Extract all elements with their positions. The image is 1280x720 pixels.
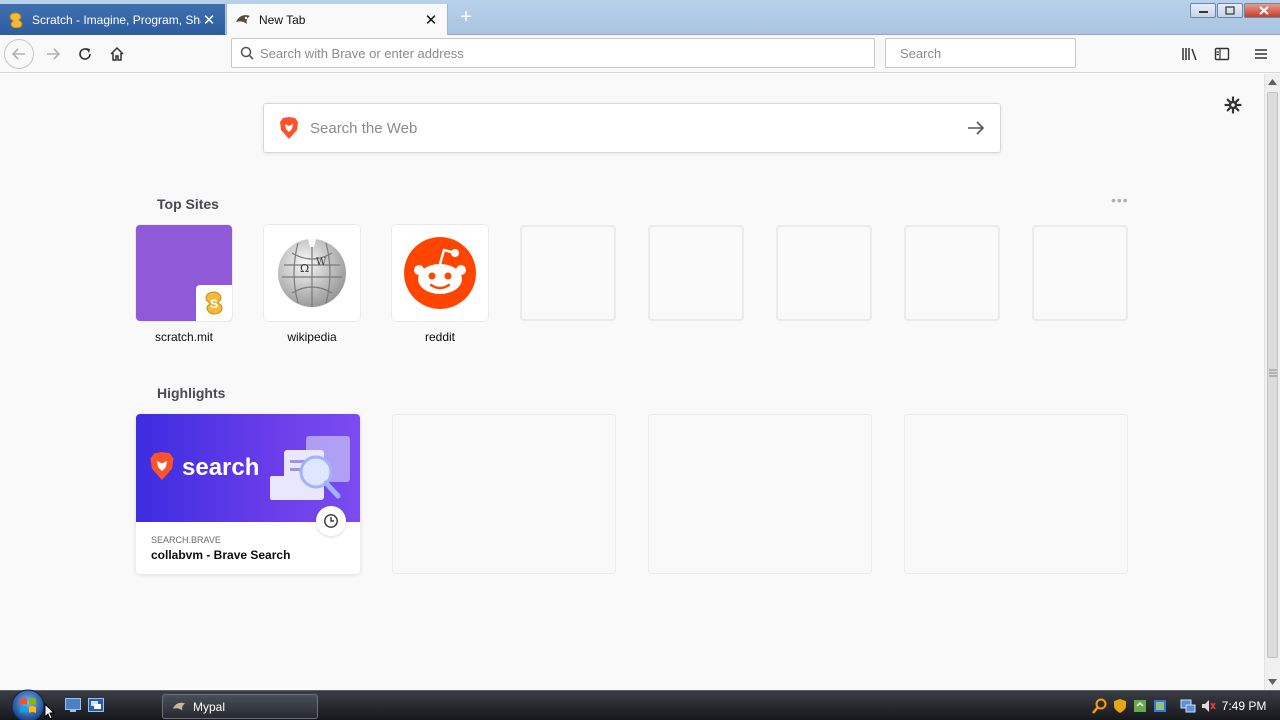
magnifier-illustration-icon <box>270 436 350 500</box>
show-desktop-icon[interactable] <box>65 698 81 712</box>
highlights-title: Highlights <box>157 385 226 401</box>
top-site-tile-empty[interactable] <box>648 225 744 321</box>
top-site-tile-empty[interactable] <box>1032 225 1128 321</box>
library-icon <box>1182 48 1197 61</box>
windows-logo-icon <box>11 689 45 720</box>
taskbar-item-mypal[interactable]: Mypal <box>162 694 318 719</box>
search-submit-arrow-icon[interactable] <box>952 120 1000 136</box>
sidebar-button[interactable] <box>1207 39 1237 69</box>
address-bar[interactable] <box>231 38 875 68</box>
search-input[interactable] <box>900 45 1076 61</box>
top-site-label: scratch.mit <box>154 330 213 344</box>
brave-lion-icon <box>280 117 298 139</box>
window-close-button[interactable] <box>1244 3 1280 18</box>
close-icon[interactable]: ✕ <box>423 12 439 29</box>
tab-scratch[interactable]: Scratch - Imagine, Program, Share ✕ <box>0 4 225 35</box>
reload-button[interactable] <box>70 39 100 69</box>
hamburger-menu-icon <box>1255 49 1267 59</box>
minimize-button[interactable] <box>1190 3 1216 18</box>
forward-arrow-icon <box>47 48 61 60</box>
close-icon[interactable]: ✕ <box>201 12 217 29</box>
settings-gear-icon[interactable] <box>1224 96 1242 114</box>
mypal-icon <box>235 12 251 28</box>
network-tray-icon[interactable] <box>1180 698 1196 714</box>
taskbar-item-label: Mypal <box>193 699 226 714</box>
window-controls <box>1189 3 1280 19</box>
system-clock[interactable]: 7:49 PM <box>1214 699 1274 713</box>
vertical-scrollbar[interactable] <box>1264 74 1280 690</box>
highlight-card-empty <box>392 414 616 574</box>
tab-label: New Tab <box>259 12 306 27</box>
top-site-label: wikipedia <box>287 330 337 344</box>
top-site-tile-scratch[interactable]: S <box>136 225 232 321</box>
new-tab-button[interactable]: + <box>454 6 478 30</box>
scrollbar-thumb[interactable] <box>1267 92 1278 658</box>
top-site-tile-empty[interactable] <box>520 225 616 321</box>
mypal-icon <box>172 702 186 710</box>
highlight-title: collabvm - Brave Search <box>151 548 291 562</box>
top-site-tile-reddit[interactable] <box>392 225 488 321</box>
svg-text:W: W <box>316 257 327 268</box>
search-icon <box>240 46 254 60</box>
sidebar-icon <box>1214 47 1230 61</box>
top-sites-title: Top Sites <box>157 196 219 212</box>
highlight-card-brave-search[interactable]: search SEARCH.BRAVE collabvm - Brave Sea… <box>136 414 360 574</box>
search-tray-icon[interactable] <box>1092 698 1108 714</box>
web-search-input[interactable] <box>310 119 952 137</box>
top-site-tile-empty[interactable] <box>904 225 1000 321</box>
mouse-cursor-icon <box>44 703 56 720</box>
brave-lion-icon <box>150 452 174 480</box>
search-bar[interactable] <box>885 38 1076 68</box>
top-site-tile-wikipedia[interactable]: Ω W <box>264 225 360 321</box>
back-arrow-icon <box>11 48 25 60</box>
update-tray-icon[interactable] <box>1132 698 1148 714</box>
home-button[interactable] <box>102 39 132 69</box>
system-tray <box>1092 695 1220 717</box>
top-site-label: reddit <box>424 330 456 344</box>
wikipedia-globe-icon: Ω W <box>278 239 346 307</box>
svg-text:Ω: Ω <box>300 262 309 275</box>
top-site-tile-empty[interactable] <box>776 225 872 321</box>
svg-text:S: S <box>210 297 218 311</box>
library-button[interactable] <box>1175 39 1205 69</box>
highlight-host: SEARCH.BRAVE <box>151 535 221 545</box>
taskbar: Mypal 7:49 PM <box>0 687 1280 720</box>
home-icon <box>110 46 124 61</box>
shield-tray-icon[interactable] <box>1112 698 1128 714</box>
maximize-button[interactable] <box>1217 3 1243 18</box>
tab-bar: Scratch - Imagine, Program, Share ✕ New … <box>0 0 1280 35</box>
flag-tray-icon[interactable] <box>1152 698 1168 714</box>
address-input[interactable] <box>260 45 874 61</box>
clock-icon <box>316 506 346 536</box>
tab-label: Scratch - Imagine, Program, Share <box>32 12 201 27</box>
new-tab-page: Top Sites ••• S scratch.mit Ω W wikipedi… <box>0 74 1264 690</box>
switch-windows-icon[interactable] <box>88 698 104 712</box>
forward-button[interactable] <box>38 39 68 69</box>
tab-new-tab[interactable]: New Tab ✕ <box>226 4 448 35</box>
start-button[interactable] <box>8 687 48 720</box>
reload-icon <box>79 48 91 60</box>
scroll-down-arrow-icon <box>1268 679 1277 685</box>
scroll-up-arrow-icon <box>1268 79 1277 85</box>
back-button[interactable] <box>4 39 34 69</box>
more-options-icon[interactable]: ••• <box>1111 192 1129 208</box>
menu-button[interactable] <box>1246 39 1276 69</box>
highlight-card-empty <box>648 414 872 574</box>
scratch-icon: S <box>196 285 232 321</box>
scratch-icon <box>8 11 24 28</box>
web-search-box[interactable] <box>263 103 1001 153</box>
navigation-bar <box>0 35 1280 73</box>
highlight-card-empty <box>904 414 1128 574</box>
brand-wordmark: search <box>182 454 260 481</box>
reddit-icon <box>404 237 476 309</box>
